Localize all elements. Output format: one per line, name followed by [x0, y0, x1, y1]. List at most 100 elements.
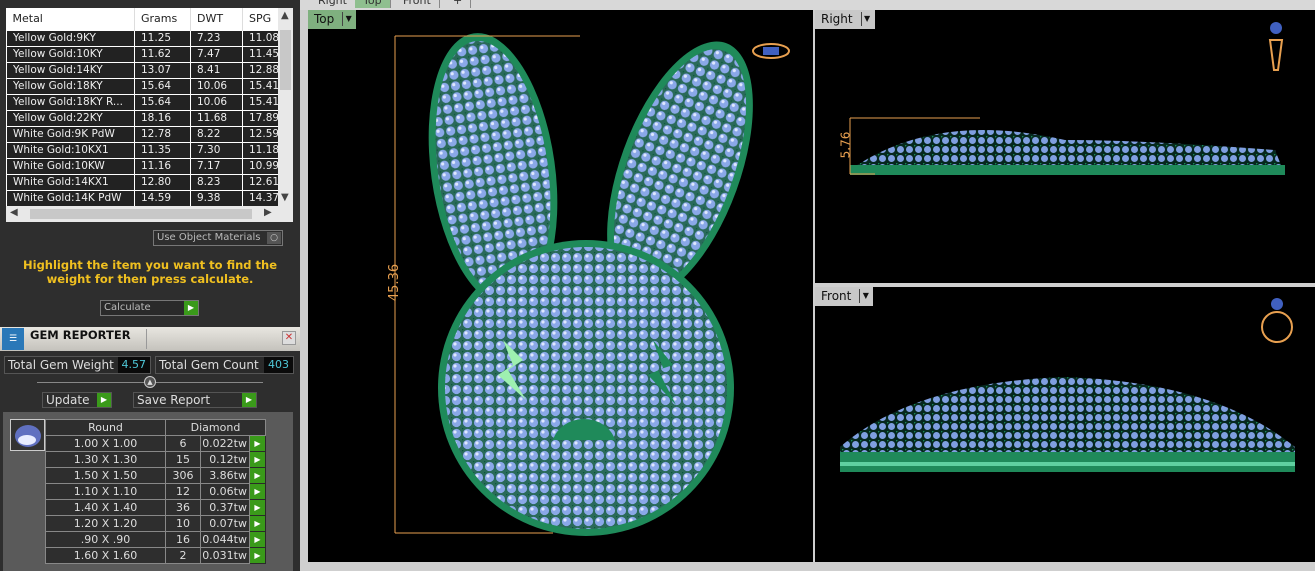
- select-gem-button[interactable]: ▶: [249, 547, 266, 564]
- scroll-down-icon[interactable]: ▼: [281, 192, 289, 203]
- table-row[interactable]: White Gold:10KW 11.16 7.17 10.99: [6, 157, 279, 175]
- col-spg[interactable]: SPG: [242, 8, 279, 30]
- table-row[interactable]: Yellow Gold:9KY 11.25 7.23 11.08: [6, 29, 279, 47]
- scroll-left-icon[interactable]: ◀: [10, 207, 18, 218]
- gem-reporter-icon: ☰: [2, 328, 24, 350]
- bunny-model-front: [840, 377, 1295, 472]
- scroll-up-icon[interactable]: ▲: [281, 10, 289, 21]
- gem-weight: 0.031tw: [200, 547, 250, 564]
- table-row[interactable]: Yellow Gold:18KY 15.64 10.06 15.41: [6, 77, 279, 95]
- gem-row[interactable]: 1.40 X 1.40 36 0.37tw ▶: [45, 499, 266, 516]
- chevron-down-icon[interactable]: ▼: [860, 12, 873, 26]
- gem-size: 1.10 X 1.10: [45, 483, 166, 500]
- gem-row[interactable]: 1.00 X 1.00 6 0.022tw ▶: [45, 435, 266, 452]
- gem-weight: 3.86tw: [200, 467, 250, 484]
- viewport-label-front[interactable]: Front ▼: [815, 287, 874, 306]
- horizontal-scrollbar[interactable]: ◀ ▶: [6, 206, 293, 222]
- table-row[interactable]: Yellow Gold:10KY 11.62 7.47 11.45: [6, 45, 279, 63]
- collapse-icon[interactable]: ▲: [144, 376, 156, 388]
- top-viewport[interactable]: 45.36 Top ▼: [308, 10, 813, 562]
- table-cell: White Gold:10KX1: [6, 141, 135, 159]
- select-gem-button[interactable]: ▶: [249, 515, 266, 532]
- table-cell: 12.59: [242, 125, 279, 143]
- gem-count: 15: [165, 451, 201, 468]
- chevron-down-icon[interactable]: ▼: [342, 12, 354, 26]
- round-gem-icon: [10, 419, 45, 451]
- table-cell: 11.16: [134, 157, 191, 175]
- table-row[interactable]: White Gold:10KX1 11.35 7.30 11.18: [6, 141, 279, 159]
- gem-row[interactable]: 1.60 X 1.60 2 0.031tw ▶: [45, 547, 266, 564]
- gem-material: Diamond: [165, 419, 266, 436]
- select-gem-button[interactable]: ▶: [249, 467, 266, 484]
- side-orientation-icon: [1268, 22, 1284, 71]
- use-object-materials-toggle[interactable]: Use Object Materials ○: [153, 230, 283, 246]
- table-cell: 11.62: [134, 45, 191, 63]
- table-cell: 8.23: [190, 173, 243, 191]
- table-cell: 11.08: [242, 29, 279, 47]
- select-gem-button[interactable]: ▶: [249, 531, 266, 548]
- panel-title: GEM REPORTER: [30, 328, 131, 342]
- gem-row[interactable]: 1.30 X 1.30 15 0.12tw ▶: [45, 451, 266, 468]
- radio-icon: ○: [267, 232, 281, 244]
- table-cell: Yellow Gold:18KY: [6, 77, 135, 95]
- table-cell: Yellow Gold:22KY: [6, 109, 135, 127]
- gem-weight: 0.37tw: [200, 499, 250, 516]
- table-cell: 7.30: [190, 141, 243, 159]
- table-cell: 11.25: [134, 29, 191, 47]
- metal-weight-table[interactable]: Metal Grams DWT SPG Yellow Gold:9KY 11.25…: [6, 8, 293, 222]
- scroll-right-icon[interactable]: ▶: [264, 207, 272, 218]
- table-cell: 15.41: [242, 77, 279, 95]
- gem-weight: 0.06tw: [200, 483, 250, 500]
- viewport-label-top[interactable]: Top ▼: [308, 10, 357, 29]
- table-cell: 7.23: [190, 29, 243, 47]
- gem-count: 36: [165, 499, 201, 516]
- table-row[interactable]: White Gold:14KX1 12.80 8.23 12.61: [6, 173, 279, 191]
- front-viewport[interactable]: Front ▼: [815, 287, 1315, 562]
- col-metal[interactable]: Metal: [6, 8, 135, 30]
- table-cell: 9.38: [190, 189, 243, 207]
- table-row[interactable]: White Gold:14K PdW 14.59 9.38 14.37: [6, 189, 279, 207]
- tab-right[interactable]: Right: [310, 0, 356, 8]
- update-button[interactable]: Update ▶: [42, 392, 112, 408]
- col-grams[interactable]: Grams: [134, 8, 191, 30]
- gem-row[interactable]: 1.10 X 1.10 12 0.06tw ▶: [45, 483, 266, 500]
- gem-row[interactable]: .90 X .90 16 0.044tw ▶: [45, 531, 266, 548]
- select-gem-button[interactable]: ▶: [249, 435, 266, 452]
- gem-row[interactable]: 1.20 X 1.20 10 0.07tw ▶: [45, 515, 266, 532]
- height-dimension-label: 45.36: [387, 263, 403, 302]
- select-gem-button[interactable]: ▶: [249, 483, 266, 500]
- table-cell: 11.18: [242, 141, 279, 159]
- tab-add[interactable]: +: [445, 0, 472, 8]
- table-row[interactable]: Yellow Gold:22KY 18.16 11.68 17.89: [6, 109, 279, 127]
- chevron-down-icon[interactable]: ▼: [859, 289, 871, 303]
- button-label: Calculate: [104, 302, 151, 313]
- save-report-button[interactable]: Save Report ▶: [133, 392, 257, 408]
- right-viewport[interactable]: 5.76 Right ▼: [815, 10, 1315, 283]
- calculate-button[interactable]: Calculate ▶: [100, 300, 199, 316]
- table-cell: Yellow Gold:18KY R...: [6, 93, 135, 111]
- instruction-text: Highlight the item you want to find the …: [23, 258, 277, 286]
- gem-size: 1.50 X 1.50: [45, 467, 166, 484]
- gem-size: .90 X .90: [45, 531, 166, 548]
- table-cell: 8.22: [190, 125, 243, 143]
- table-cell: 11.35: [134, 141, 191, 159]
- table-cell: 10.99: [242, 157, 279, 175]
- play-icon: ▶: [184, 301, 198, 315]
- viewport-label-right[interactable]: Right ▼: [815, 10, 875, 29]
- value: 403: [264, 357, 293, 373]
- tab-top[interactable]: Top: [355, 0, 391, 8]
- select-gem-button[interactable]: ▶: [249, 451, 266, 468]
- table-row[interactable]: Yellow Gold:14KY 13.07 8.41 12.88: [6, 61, 279, 79]
- col-dwt[interactable]: DWT: [190, 8, 243, 30]
- table-cell: Yellow Gold:9KY: [6, 29, 135, 47]
- close-icon[interactable]: ✕: [282, 331, 296, 345]
- panel-splitter[interactable]: ▲: [37, 376, 263, 388]
- table-row[interactable]: Yellow Gold:18KY R... 15.64 10.06 15.41: [6, 93, 279, 111]
- select-gem-button[interactable]: ▶: [249, 499, 266, 516]
- vertical-scrollbar[interactable]: ▲ ▼: [278, 8, 293, 206]
- table-cell: White Gold:10KW: [6, 157, 135, 175]
- gem-size: 1.00 X 1.00: [45, 435, 166, 452]
- gem-row[interactable]: 1.50 X 1.50 306 3.86tw ▶: [45, 467, 266, 484]
- tab-front[interactable]: Front: [395, 0, 440, 8]
- table-row[interactable]: White Gold:9K PdW 12.78 8.22 12.59: [6, 125, 279, 143]
